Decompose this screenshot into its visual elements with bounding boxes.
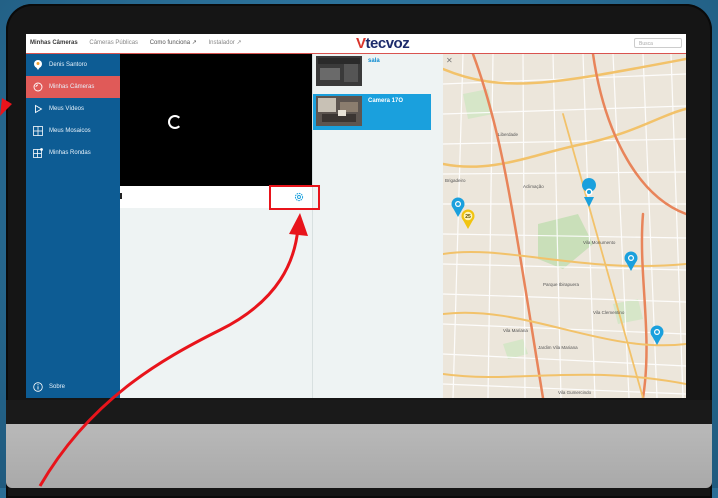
highlight-box [269,185,320,210]
annotation-arrow [38,227,300,487]
arrow-head-icon [289,213,308,236]
annotation-overlay [0,98,320,487]
arrow-head-icon [0,98,12,116]
